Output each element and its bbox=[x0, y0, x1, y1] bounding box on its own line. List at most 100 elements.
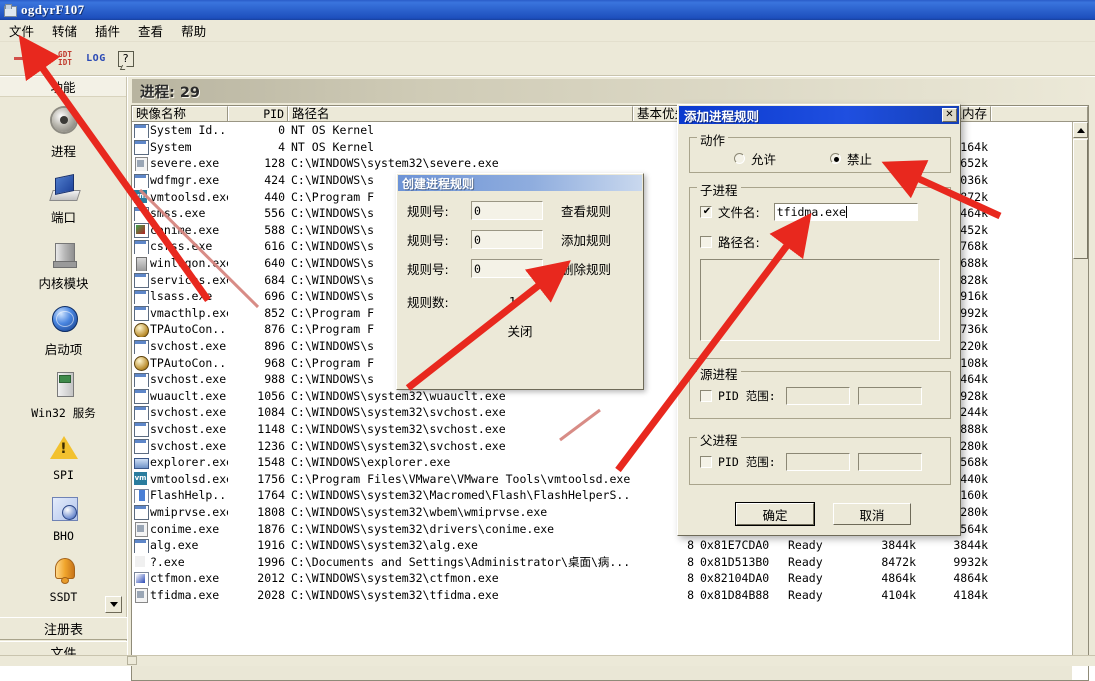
source-pid-from-input[interactable] bbox=[785, 387, 850, 405]
rule-id-input-view[interactable] bbox=[471, 201, 543, 220]
cell-pid: 128 bbox=[264, 156, 285, 171]
cancel-button[interactable]: 取消 bbox=[833, 503, 911, 525]
cell-name: TPAutoCon... bbox=[132, 321, 228, 338]
chevron-up-icon bbox=[1076, 127, 1085, 133]
filename-input[interactable]: tfidma.exe bbox=[773, 202, 918, 221]
menu-item-view[interactable]: 查看 bbox=[129, 19, 172, 42]
resize-grip[interactable] bbox=[127, 656, 137, 665]
cell-state: Ready bbox=[788, 587, 823, 602]
sidebar-caption: 功能 bbox=[0, 77, 126, 97]
close-button[interactable]: 关闭 bbox=[397, 321, 643, 340]
menu-bar: 文件 转储 插件 查看 帮助 bbox=[0, 20, 1095, 42]
sidebar-item-ssdt[interactable]: SSDT bbox=[9, 546, 119, 607]
sidebar-item-label: 内核模块 bbox=[38, 276, 89, 291]
gear-icon bbox=[47, 106, 81, 138]
cell-pid: 852 bbox=[264, 305, 285, 320]
cell-path: NT OS Kernel bbox=[291, 123, 375, 138]
sidebar-item-startup[interactable]: 启动项 bbox=[9, 295, 119, 361]
window-icon bbox=[134, 289, 149, 305]
sidebar-item-port[interactable]: 端口 bbox=[9, 163, 119, 229]
window-icon bbox=[134, 339, 149, 355]
close-icon[interactable]: ✕ bbox=[942, 108, 957, 122]
scroll-up-button[interactable] bbox=[1073, 122, 1088, 138]
cell-pid: 440 bbox=[264, 189, 285, 204]
dialog-title-bar[interactable]: 添加进程规则 ✕ bbox=[679, 106, 959, 124]
cell-name: alg.exe bbox=[132, 537, 228, 554]
cell-path: C:\WINDOWS\system32\wbem\wmiprvse.exe bbox=[291, 504, 548, 519]
radio-allow[interactable] bbox=[734, 153, 745, 164]
cell-name: svchost.exe bbox=[132, 404, 228, 421]
cell-pid: 1916 bbox=[257, 538, 285, 553]
column-header-path[interactable]: 路径名 bbox=[288, 106, 633, 121]
cell-name-text: vmtoolsd.exe bbox=[150, 471, 228, 486]
menu-item-dump[interactable]: 转储 bbox=[43, 19, 86, 42]
scroll-thumb[interactable] bbox=[1073, 139, 1088, 259]
log-button[interactable]: LOG bbox=[86, 53, 106, 64]
sidebar-item-kernel-module[interactable]: 内核模块 bbox=[9, 229, 119, 295]
listview-horizontal-scrollbar[interactable] bbox=[132, 664, 1072, 680]
radio-deny[interactable] bbox=[830, 153, 842, 164]
window-titlebar[interactable]: ogdyrF107 bbox=[0, 0, 1095, 20]
cell-pid: 1808 bbox=[257, 504, 285, 519]
parent-pid-to-input[interactable] bbox=[857, 453, 922, 471]
sidebar-scroll-area[interactable]: 进程 端口 内核模块 启动项 Win32 服务 SPI BHO SSDT bbox=[0, 97, 127, 617]
window-icon bbox=[134, 239, 149, 255]
sidebar-item-label: 进程 bbox=[50, 144, 76, 159]
sidebar-tab-registry[interactable]: 注册表 bbox=[0, 617, 127, 640]
cell-name-text: ?.exe bbox=[150, 554, 185, 569]
menu-item-file[interactable]: 文件 bbox=[0, 19, 43, 42]
window-icon bbox=[134, 372, 149, 388]
action-group: 动作 允许 禁止 bbox=[689, 130, 951, 173]
column-header-name[interactable]: 映像名称 bbox=[132, 106, 228, 121]
pathname-textarea[interactable] bbox=[700, 259, 940, 341]
cell-name-text: wmiprvse.exe bbox=[150, 504, 228, 519]
cell-name-text: FlashHelp... bbox=[150, 488, 228, 503]
filename-checkbox[interactable] bbox=[700, 205, 713, 219]
sidebar-item-process[interactable]: 进程 bbox=[9, 97, 119, 163]
table-row[interactable]: tfidma.exe 2028 C:\WINDOWS\system32\tfidma… bbox=[132, 587, 1088, 604]
listview-vertical-scrollbar[interactable] bbox=[1072, 122, 1088, 664]
view-rule-button[interactable]: 查看规则 bbox=[561, 201, 611, 220]
delete-rule-button[interactable]: 删除规则 bbox=[561, 259, 611, 278]
cell-name-text: svchost.exe bbox=[150, 438, 227, 453]
source-pid-range-checkbox[interactable] bbox=[700, 390, 712, 402]
source-pid-to-input[interactable] bbox=[857, 387, 922, 405]
menu-item-plugin[interactable]: 插件 bbox=[86, 19, 129, 42]
rule-id-input-delete[interactable] bbox=[471, 259, 543, 278]
sidebar-scroll-down-button[interactable] bbox=[105, 596, 122, 613]
add-rule-button[interactable]: 添加规则 bbox=[561, 230, 611, 249]
menu-item-help[interactable]: 帮助 bbox=[172, 19, 215, 42]
create-process-rule-dialog[interactable]: 创建进程规则 规则号: 查看规则 规则号: 添加规则 规则号: 删除规则 规则数… bbox=[396, 173, 644, 390]
sidebar-item-win32-service[interactable]: Win32 服务 bbox=[9, 361, 119, 424]
cell-path: NT OS Kernel bbox=[291, 139, 375, 154]
table-row[interactable]: ?.exe 1996 C:\Documents and Settings\Admin… bbox=[132, 553, 1088, 570]
pane-caption: 进程: 29 bbox=[132, 79, 1095, 103]
table-row[interactable]: alg.exe 1916 C:\WINDOWS\system32\alg.exe 8 0… bbox=[132, 537, 1088, 554]
cell-path: C:\WINDOWS\system32\svchost.exe bbox=[291, 405, 506, 420]
window-icon bbox=[134, 140, 149, 155]
radio-allow-wrap[interactable]: 允许 禁止 bbox=[734, 149, 950, 168]
cell-name-text: severe.exe bbox=[150, 156, 220, 171]
cell-mem1: 8472k bbox=[881, 554, 916, 569]
rule-id-input-add[interactable] bbox=[471, 230, 543, 249]
cell-name: severe.exe bbox=[132, 155, 228, 172]
ok-button[interactable]: 确定 bbox=[736, 503, 814, 525]
parent-pid-from-input[interactable] bbox=[785, 453, 850, 471]
table-row[interactable]: ctfmon.exe 2012 C:\WINDOWS\system32\ctfmon… bbox=[132, 570, 1088, 587]
cell-mem1: 4104k bbox=[881, 587, 916, 602]
sidebar-item-bho[interactable]: BHO bbox=[9, 485, 119, 546]
parent-pid-range-checkbox[interactable] bbox=[700, 456, 712, 468]
sidebar-item-spi[interactable]: SPI bbox=[9, 424, 119, 485]
add-process-rule-dialog[interactable]: 添加进程规则 ✕ 动作 允许 禁止 子进程 文件名: tfidma.exe 路径… bbox=[677, 104, 961, 536]
cell-name-text: tfidma.exe bbox=[150, 587, 220, 602]
pathname-checkbox[interactable] bbox=[700, 235, 712, 248]
radio-deny-label: 禁止 bbox=[847, 152, 873, 167]
minus-button[interactable] bbox=[14, 57, 30, 60]
gdt-idt-button[interactable]: GDT IDT bbox=[58, 51, 72, 66]
cell-name-text: TPAutoCon... bbox=[150, 355, 228, 370]
globe-icon bbox=[47, 304, 81, 336]
child-process-group: 子进程 文件名: tfidma.exe 路径名: bbox=[689, 180, 951, 359]
column-header-pid[interactable]: PID bbox=[228, 106, 288, 121]
cell-pid: 588 bbox=[264, 222, 285, 237]
help-icon[interactable]: ? bbox=[117, 50, 134, 67]
